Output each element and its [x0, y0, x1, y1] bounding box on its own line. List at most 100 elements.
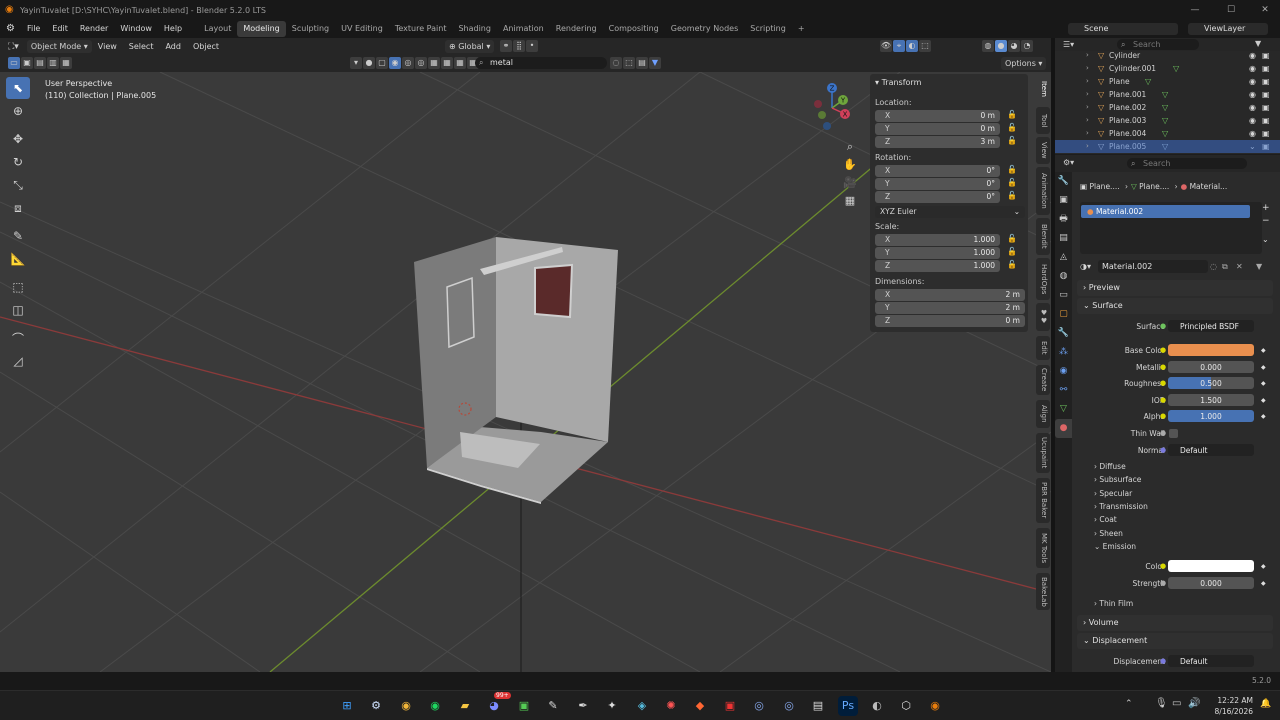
blender-menu-icon[interactable]: ⚙ — [0, 20, 21, 38]
filter-icons[interactable]: ▾ ● ▢ ◉ ◎ ◎ ▦ ▦ ▦ ▦ — [350, 57, 480, 69]
duplicate-icon[interactable]: ⧉ — [1222, 260, 1228, 273]
tab-tool[interactable]: Tool — [1036, 107, 1050, 134]
photoshop-icon[interactable]: Ps — [838, 696, 858, 716]
eye-icon[interactable]: ◉ — [1249, 51, 1256, 62]
render-tab-icon[interactable]: ▣ — [1055, 191, 1072, 210]
pan-hand-icon[interactable]: ✋ — [843, 156, 857, 174]
grid-toggle-icon[interactable]: ▦ — [843, 192, 857, 210]
lock-icon[interactable]: 🔓 — [1007, 136, 1017, 145]
volume-icon[interactable]: 🔊 — [1188, 698, 1200, 709]
subpanel-thin-film[interactable]: › Thin Film — [1094, 597, 1133, 610]
editor-type-icon[interactable]: ⛶▾ — [8, 42, 19, 52]
scale-tool-icon[interactable]: ⤡ — [6, 174, 30, 196]
alpha-field[interactable]: 1.000 — [1168, 410, 1254, 422]
tab-edit[interactable]: Edit — [1036, 336, 1050, 360]
material-browse-icon[interactable]: ◑▾ — [1080, 260, 1091, 273]
subpanel-diffuse[interactable]: › Diffuse — [1094, 460, 1126, 473]
output-tab-icon[interactable]: 🖶 — [1055, 210, 1072, 229]
tab-layout[interactable]: Layout — [198, 21, 237, 37]
microphone-icon[interactable]: 🎙 — [1155, 698, 1168, 709]
add-mesh-tool-icon[interactable]: ◫ — [6, 299, 30, 321]
app-icon[interactable]: ✺ — [661, 696, 681, 716]
transform-header[interactable]: ▾ Transform — [875, 78, 921, 87]
dimensions-y-field[interactable]: Y 2 m — [875, 302, 1025, 314]
outliner-row-plane-005[interactable]: › ▽ Plane.005 ▽ ⌄ ▣ — [1055, 140, 1280, 153]
data-tab-icon[interactable]: ▽ — [1055, 400, 1072, 419]
outliner-row-cylinder[interactable]: › ▽ Cylinder ◉ ▣ — [1055, 51, 1280, 62]
menu-render[interactable]: Render — [74, 20, 114, 38]
rotation-z-field[interactable]: Z 0° — [875, 191, 1000, 203]
tool-tab-icon[interactable]: 🔧 — [1055, 172, 1072, 191]
displacement-field[interactable]: Default — [1168, 655, 1254, 667]
subpanel-coat[interactable]: › Coat — [1094, 513, 1117, 526]
material-tab-icon[interactable]: ● — [1055, 419, 1072, 438]
lock-icon[interactable]: 🔓 — [1007, 260, 1017, 269]
camera-icon[interactable]: ▣ — [1262, 140, 1270, 153]
subpanel-transmission[interactable]: › Transmission — [1094, 500, 1148, 513]
file-explorer-icon[interactable]: ▰ — [455, 696, 475, 716]
emission-strength-field[interactable]: 0.000 — [1168, 577, 1254, 589]
app-icon[interactable]: ◎ — [779, 696, 799, 716]
menu-help[interactable]: Help — [158, 20, 188, 38]
tab-item[interactable]: Item — [1036, 74, 1050, 104]
menu-add[interactable]: Add — [159, 38, 187, 56]
cursor-tool-icon[interactable]: ⊕ — [6, 100, 30, 122]
scene-selector[interactable]: Scene — [1068, 23, 1178, 35]
bevel-tool-icon[interactable]: ◿ — [6, 350, 30, 372]
clock[interactable]: 12:22 AM 8/16/2026 — [1205, 695, 1253, 717]
location-z-field[interactable]: Z 3 m — [875, 136, 1000, 148]
scene-tab-icon[interactable]: ◬ — [1055, 248, 1072, 267]
chrome-icon[interactable]: ◉ — [396, 696, 416, 716]
tab-scripting[interactable]: Scripting — [744, 21, 792, 37]
view-layer-tab-icon[interactable]: ▤ — [1055, 229, 1072, 248]
eye-icon[interactable]: ◉ — [1249, 101, 1256, 114]
base-color-swatch[interactable] — [1168, 344, 1254, 356]
app-icon[interactable]: ◆ — [690, 696, 710, 716]
eye-icon[interactable]: ◉ — [1249, 127, 1256, 140]
viewport-overlays-icons[interactable]: 👁 ⌖ ◐ ⬚ — [880, 40, 932, 52]
outliner-row-plane-003[interactable]: › ▽ Plane.003 ▽ ◉ ▣ — [1055, 114, 1280, 127]
tab-animation[interactable]: Animation — [1036, 167, 1050, 215]
rotate-tool-icon[interactable]: ↻ — [6, 151, 30, 173]
properties-search-input[interactable]: ⌕ Search — [1127, 158, 1247, 169]
tab-view[interactable]: View — [1036, 137, 1050, 164]
blender-taskbar-icon[interactable]: ◉ — [925, 696, 945, 716]
spotify-icon[interactable]: ◉ — [425, 696, 445, 716]
menu-view[interactable]: View — [92, 38, 123, 56]
select-box-tool-icon[interactable]: ⬉ — [6, 77, 30, 99]
surface-shader-field[interactable]: Principled BSDF — [1168, 320, 1254, 332]
camera-icon[interactable]: ▣ — [1262, 88, 1270, 101]
annotate-tool-icon[interactable]: ✎ — [6, 225, 30, 247]
add-cube-tool-icon[interactable]: ⬚ — [6, 276, 30, 298]
menu-object[interactable]: Object — [187, 38, 225, 56]
maximize-button[interactable]: ☐ — [1214, 0, 1248, 20]
options-dropdown[interactable]: Options ▾ — [1001, 57, 1047, 70]
camera-icon[interactable]: ▣ — [1262, 75, 1270, 88]
scale-x-field[interactable]: X 1.000 — [875, 234, 1000, 246]
select-mode-icons[interactable]: ▭ ▣ ▤ ▥ ▦ — [8, 57, 73, 69]
camera-icon[interactable]: ▣ — [1262, 51, 1270, 62]
app-icon[interactable]: ▣ — [720, 696, 740, 716]
add-slot-button[interactable]: + — [1262, 203, 1270, 213]
viewport-search-input[interactable]: ⌕ metal — [475, 57, 607, 69]
tray-chevron-icon[interactable]: ⌃ — [1125, 699, 1133, 709]
world-tab-icon[interactable]: ◍ — [1055, 267, 1072, 286]
steam-icon[interactable]: ⚙ — [366, 696, 386, 716]
editor-type-icon[interactable]: ⚙▾ — [1063, 158, 1074, 167]
subpanel-emission[interactable]: ⌄ Emission — [1094, 540, 1136, 553]
app-icon[interactable]: ⬡ — [896, 696, 916, 716]
outliner-row-plane-004[interactable]: › ▽ Plane.004 ▽ ◉ ▣ — [1055, 127, 1280, 140]
subpanel-subsurface[interactable]: › Subsurface — [1094, 473, 1141, 486]
orientation-dropdown[interactable]: ⊕ Global ▾ — [445, 40, 495, 53]
app-icon[interactable]: ✒ — [573, 696, 593, 716]
measure-tool-icon[interactable]: 📐 — [6, 248, 30, 270]
lock-icon[interactable]: 🔓 — [1007, 165, 1017, 174]
camera-icon[interactable]: ▣ — [1262, 127, 1270, 140]
object-tab-icon[interactable]: ▢ — [1055, 305, 1072, 324]
outliner-row-plane[interactable]: › ▽ Plane ▽ ◉ ▣ — [1055, 75, 1280, 88]
remove-slot-button[interactable]: − — [1262, 216, 1270, 226]
displacement-panel-header[interactable]: ⌄ Displacement — [1077, 633, 1273, 649]
outliner-row-plane-002[interactable]: › ▽ Plane.002 ▽ ◉ ▣ — [1055, 101, 1280, 114]
move-tool-icon[interactable]: ✥ — [6, 128, 30, 150]
tab-shading[interactable]: Shading — [452, 21, 497, 37]
